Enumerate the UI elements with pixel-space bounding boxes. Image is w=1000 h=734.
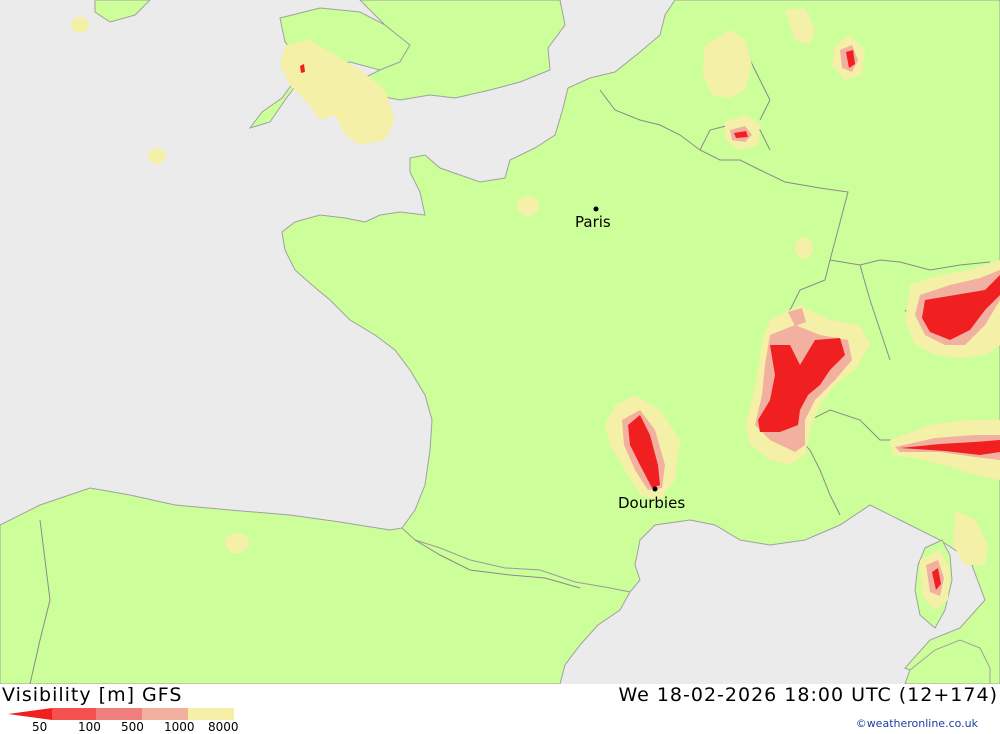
legend-swatch-1000 (142, 708, 188, 720)
paris-label: Paris (575, 213, 611, 231)
legend-label-500: 500 (121, 720, 144, 734)
legend-swatch-500 (96, 708, 142, 720)
legend-label-100: 100 (78, 720, 101, 734)
forecast-datetime: We 18-02-2026 18:00 UTC (12+174) (618, 684, 998, 706)
map-footer: Visibility [m] GFS We 18-02-2026 18:00 U… (0, 684, 1000, 734)
dourbies-marker (652, 486, 658, 492)
visibility-legend-bar (8, 708, 234, 720)
legend-labels: 50 100 500 1000 8000 (0, 720, 260, 734)
map-title: Visibility [m] GFS (2, 684, 183, 706)
legend-label-1000: 1000 (164, 720, 195, 734)
legend-swatch-50 (8, 708, 52, 720)
paris-marker (593, 206, 599, 212)
visibility-map: Paris Dourbies (0, 0, 1000, 684)
credit-link[interactable]: ©weatheronline.co.uk (856, 717, 978, 730)
dourbies-label: Dourbies (618, 494, 685, 512)
legend-label-50: 50 (32, 720, 48, 734)
legend-label-8000: 8000 (208, 720, 239, 734)
legend-swatch-8000 (188, 708, 234, 720)
legend-swatch-100 (52, 708, 96, 720)
